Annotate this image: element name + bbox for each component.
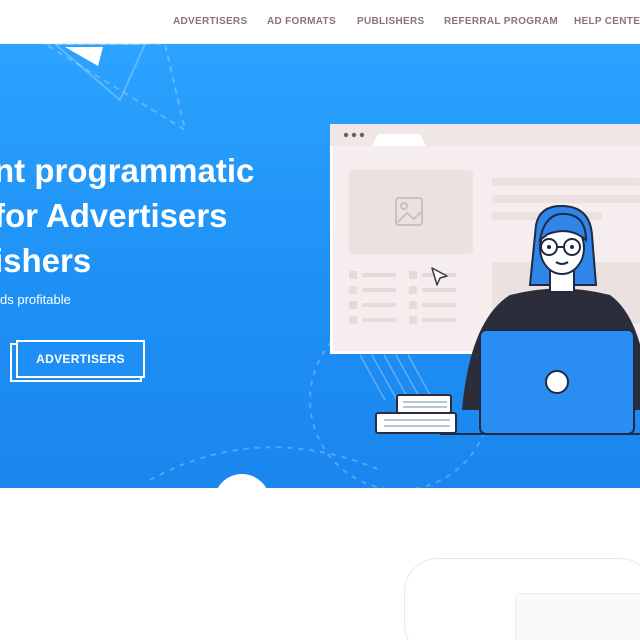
nav-publishers-link[interactable]: PUBLISHERS xyxy=(357,16,424,27)
lower-preview-card xyxy=(404,558,640,640)
nav-referral-program-link[interactable]: REFERRAL PROGRAM xyxy=(444,16,558,27)
hero-section: nt programmatic for Advertisers ishers d… xyxy=(0,44,640,488)
top-navigation-bar: ADVERTISERS AD FORMATS PUBLISHERS REFERR… xyxy=(0,0,640,44)
nav-advertisers-link[interactable]: ADVERTISERS xyxy=(173,16,247,27)
nav-ad-formats-link[interactable]: AD FORMATS xyxy=(267,16,336,27)
hero-illustration xyxy=(330,124,640,435)
nav-help-center-link[interactable]: HELP CENTER xyxy=(574,16,640,27)
lower-preview-image xyxy=(515,593,640,640)
books-stack-illustration xyxy=(375,394,457,434)
main-nav: ADVERTISERS AD FORMATS PUBLISHERS REFERR… xyxy=(0,16,640,30)
